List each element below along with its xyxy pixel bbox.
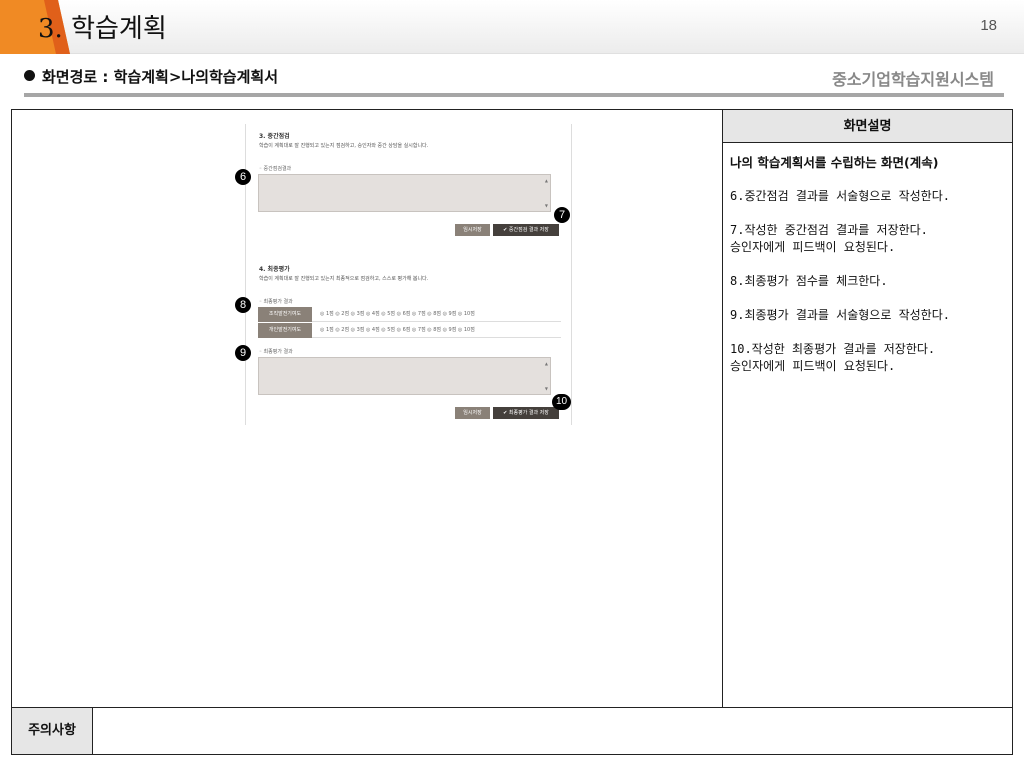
screen-capture: 3. 중간점검 학습이 계획대로 잘 진행되고 있는지 점검하고, 승인자와 중… [245, 124, 572, 425]
description-item-9: 9.최종평가 결과를 서술형으로 작성한다. [730, 308, 950, 322]
header-divider [24, 93, 1004, 97]
rating-row-organization: 조직발전기여도 ◎ 1점 ◎ 2점 ◎ 3점 ◎ 4점 ◎ 5점 ◎ 6점 ◎ … [258, 307, 561, 322]
description-item-6: 6.중간점검 결과를 서술형으로 작성한다. [730, 189, 950, 203]
marker-8: 8 [235, 297, 251, 313]
marker-7: 7 [554, 207, 570, 223]
rating-row-personal: 개인발전기여도 ◎ 1점 ◎ 2점 ◎ 3점 ◎ 4점 ◎ 5점 ◎ 6점 ◎ … [258, 323, 561, 338]
rating-options[interactable]: ◎ 1점 ◎ 2점 ◎ 3점 ◎ 4점 ◎ 5점 ◎ 6점 ◎ 7점 ◎ 8점 … [320, 323, 475, 338]
description-lead: 나의 학습계획서를 수립하는 화면(계속) [730, 155, 939, 170]
breadcrumb: 화면경로 : 학습계획>나의학습계획서 중소기업학습지원시스템 [24, 66, 1004, 90]
midterm-subtitle: 학습이 계획대로 잘 진행되고 있는지 점검하고, 승인자와 중간 상담을 실시… [259, 143, 429, 149]
final-field-label: ◦ 최종평가 결과 [259, 349, 293, 355]
scrollbar-arrows-icon: ▲ ▼ [544, 178, 548, 208]
bullet-icon [24, 70, 35, 81]
description-body: 나의 학습계획서를 수립하는 화면(계속) 6.중간점검 결과를 서술형으로 작… [730, 154, 1010, 392]
midterm-result-textarea[interactable]: ▲ ▼ [258, 174, 551, 212]
page-number: 18 [980, 17, 997, 34]
page-title: 3. 학습계획 [38, 14, 167, 44]
midterm-field-label: ◦ 중간점검결과 [259, 166, 292, 172]
final-title: 4. 최종평가 [259, 266, 290, 273]
breadcrumb-path: 화면경로 : 학습계획>나의학습계획서 [42, 68, 279, 86]
notes-label: 주의사항 [12, 708, 93, 754]
rating-row-label: 조직발전기여도 [258, 307, 312, 322]
final-save-result-button[interactable]: ✔ 최종평가 결과 저장 [493, 407, 559, 419]
scrollbar-arrows-icon: ▲ ▼ [544, 361, 548, 391]
rating-row-label: 개인발전기여도 [258, 323, 312, 338]
rating-options[interactable]: ◎ 1점 ◎ 2점 ◎ 3점 ◎ 4점 ◎ 5점 ◎ 6점 ◎ 7점 ◎ 8점 … [320, 307, 475, 322]
marker-9: 9 [235, 345, 251, 361]
slide-header: 3. 학습계획 18 [0, 0, 1024, 54]
final-temp-save-button[interactable]: 임시저장 [455, 407, 490, 419]
description-item-10: 10.작성한 최종평가 결과를 저장한다. 승인자에게 피드백이 요청된다. [730, 342, 936, 373]
final-subtitle: 학습이 계획대로 잘 진행되고 있는지 최종적으로 점검하고, 스스로 평가해 … [259, 276, 429, 282]
description-item-7: 7.작성한 중간점검 결과를 저장한다. 승인자에게 피드백이 요청된다. [730, 223, 928, 254]
column-divider [722, 110, 723, 707]
description-heading: 화면설명 [723, 110, 1012, 143]
system-name: 중소기업학습지원시스템 [832, 70, 994, 89]
final-score-label: ◦ 최종평가 결과 [259, 299, 293, 305]
marker-6: 6 [235, 169, 251, 185]
row-divider [12, 707, 1012, 708]
midterm-temp-save-button[interactable]: 임시저장 [455, 224, 490, 236]
midterm-title: 3. 중간점검 [259, 133, 290, 140]
midterm-save-result-button[interactable]: ✔ 중간점검 결과 저장 [493, 224, 559, 236]
final-result-textarea[interactable]: ▲ ▼ [258, 357, 551, 395]
description-item-8: 8.최종평가 점수를 체크한다. [730, 274, 888, 288]
marker-10: 10 [552, 394, 571, 410]
